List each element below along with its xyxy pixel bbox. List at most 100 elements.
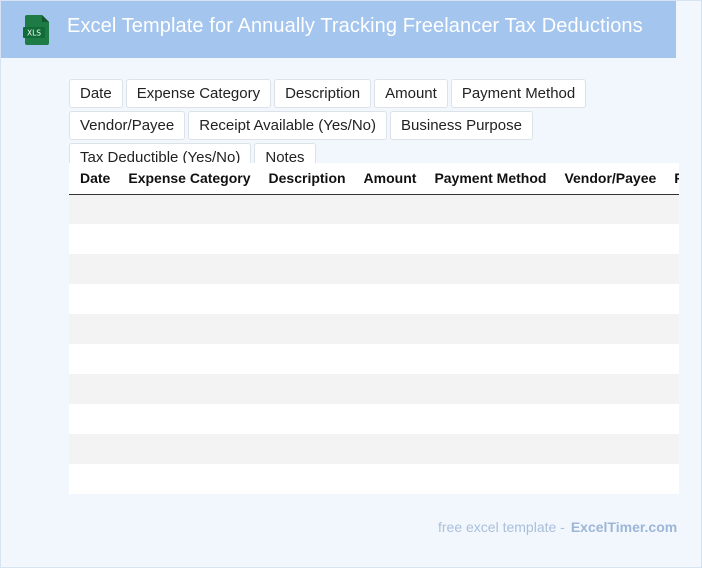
table-cell[interactable] (257, 374, 353, 404)
table-cell[interactable] (69, 314, 118, 344)
table-cell[interactable] (553, 284, 664, 314)
table-cell[interactable] (257, 194, 353, 224)
table-cell[interactable] (423, 254, 554, 284)
table-row (69, 404, 679, 434)
table-cell[interactable] (553, 224, 664, 254)
table-cell[interactable] (663, 314, 679, 344)
table-cell[interactable] (257, 254, 353, 284)
column-chip[interactable]: Amount (374, 79, 448, 108)
table-cell[interactable] (117, 434, 258, 464)
table-cell[interactable] (553, 434, 664, 464)
table-cell[interactable] (352, 404, 424, 434)
column-chip[interactable]: Payment Method (450, 79, 587, 108)
table-cell[interactable] (257, 314, 353, 344)
column-chip-list: Date Expense Category Description Amount Pay… (69, 79, 701, 172)
table-row (69, 434, 679, 464)
table-cell[interactable] (423, 314, 554, 344)
table-cell[interactable] (117, 284, 258, 314)
table-cell[interactable] (423, 284, 554, 314)
column-chip[interactable]: Expense Category (125, 79, 272, 108)
table-cell[interactable] (117, 194, 258, 224)
table-cell[interactable] (423, 404, 554, 434)
table-cell[interactable] (553, 404, 664, 434)
table-cell[interactable] (257, 404, 353, 434)
table-cell[interactable] (663, 254, 679, 284)
table-cell[interactable] (663, 434, 679, 464)
table-row (69, 344, 679, 374)
table-cell[interactable] (117, 314, 258, 344)
table-cell[interactable] (553, 194, 664, 224)
table-cell[interactable] (663, 344, 679, 374)
table-cell[interactable] (423, 434, 554, 464)
table-cell[interactable] (69, 464, 118, 494)
table-cell[interactable] (663, 464, 679, 494)
table-cell[interactable] (69, 374, 118, 404)
table-cell[interactable] (257, 464, 353, 494)
table-row (69, 254, 679, 284)
table-cell[interactable] (352, 374, 424, 404)
table-row (69, 374, 679, 404)
column-chip[interactable]: Description (274, 79, 372, 108)
table-cell[interactable] (69, 404, 118, 434)
table-cell[interactable] (257, 284, 353, 314)
table-cell[interactable] (69, 194, 118, 224)
table-cell[interactable] (117, 254, 258, 284)
column-chip[interactable]: Vendor/Payee (69, 111, 186, 140)
table-cell[interactable] (553, 344, 664, 374)
table-cell[interactable] (423, 374, 554, 404)
table-column-header: Expense Category (117, 163, 258, 195)
table-cell[interactable] (553, 254, 664, 284)
footer-brand-link[interactable]: ExcelTimer.com (571, 519, 677, 535)
table-cell[interactable] (423, 344, 554, 374)
table-cell[interactable] (117, 464, 258, 494)
column-chip[interactable]: Business Purpose (390, 111, 533, 140)
table-cell[interactable] (553, 314, 664, 344)
table-cell[interactable] (553, 464, 664, 494)
table-column-header: Vendor/Payee (553, 163, 664, 195)
table-cell[interactable] (663, 284, 679, 314)
table-cell[interactable] (352, 344, 424, 374)
table-cell[interactable] (69, 344, 118, 374)
footer-text: free excel template - (438, 519, 565, 535)
table-cell[interactable] (69, 284, 118, 314)
table-row (69, 224, 679, 254)
table-cell[interactable] (423, 224, 554, 254)
header-banner: XLS Excel Template for Annually Tracking… (1, 1, 676, 58)
excel-file-icon: XLS (23, 15, 49, 45)
table-cell[interactable] (423, 464, 554, 494)
table-column-header: Description (257, 163, 353, 195)
table-cell[interactable] (352, 284, 424, 314)
table-cell[interactable] (117, 374, 258, 404)
table-cell[interactable] (663, 404, 679, 434)
table-cell[interactable] (663, 224, 679, 254)
table-column-header: Date (69, 163, 118, 195)
table-cell[interactable] (352, 464, 424, 494)
table-cell[interactable] (553, 374, 664, 404)
table-cell[interactable] (257, 224, 353, 254)
table-header-row: Date Expense Category Description Amount Pay… (69, 163, 679, 195)
table-cell[interactable] (352, 434, 424, 464)
table-cell[interactable] (352, 314, 424, 344)
table-cell[interactable] (257, 344, 353, 374)
table-cell[interactable] (423, 194, 554, 224)
table-cell[interactable] (117, 344, 258, 374)
page-title: Excel Template for Annually Tracking Fre… (67, 15, 643, 37)
table-column-header: Payment Method (423, 163, 554, 195)
column-chip[interactable]: Date (69, 79, 123, 108)
table-cell[interactable] (663, 374, 679, 404)
table-cell[interactable] (257, 434, 353, 464)
column-chip[interactable]: Receipt Available (Yes/No) (188, 111, 388, 140)
table-cell[interactable] (69, 434, 118, 464)
table-column-header: Amount (352, 163, 424, 195)
table-cell[interactable] (69, 224, 118, 254)
table-cell[interactable] (69, 254, 118, 284)
table-cell[interactable] (117, 404, 258, 434)
table-cell[interactable] (352, 224, 424, 254)
table-row (69, 194, 679, 224)
table-cell[interactable] (117, 224, 258, 254)
excel-file-icon-label: XLS (27, 29, 41, 38)
table-column-header: Receipt Available (Yes/No) (663, 163, 679, 195)
table-cell[interactable] (352, 194, 424, 224)
table-cell[interactable] (663, 194, 679, 224)
table-cell[interactable] (352, 254, 424, 284)
